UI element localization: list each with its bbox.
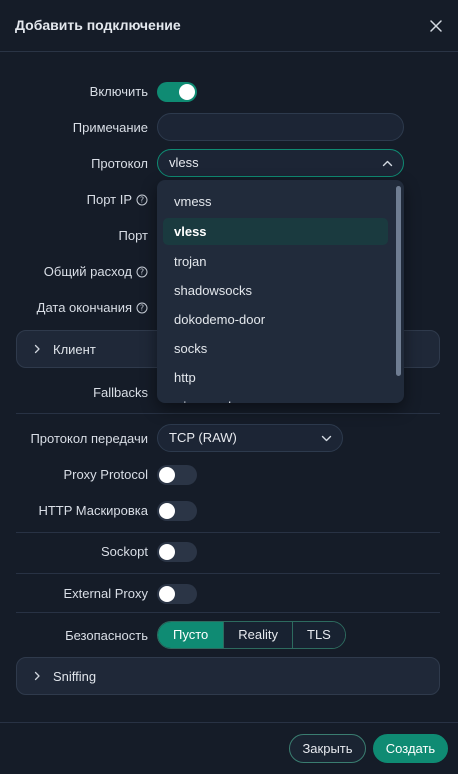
security-label: Безопасность: [65, 628, 148, 643]
chevron-right-icon: [34, 344, 40, 354]
dialog-footer: Закрыть Создать: [0, 722, 458, 774]
sockopt-toggle[interactable]: [157, 542, 197, 562]
expiry-label: Дата окончания ?: [37, 300, 148, 315]
protocol-option-http[interactable]: http: [163, 364, 388, 391]
protocol-option-dokodemo-door[interactable]: dokodemo-door: [163, 306, 388, 333]
enable-label: Включить: [89, 84, 148, 99]
port-label: Порт: [118, 228, 148, 243]
dialog-header: Добавить подключение: [0, 0, 458, 52]
svg-text:?: ?: [140, 195, 144, 204]
protocol-dropdown: vmess vless trojan shadowsocks dokodemo-…: [157, 180, 404, 403]
external-proxy-toggle[interactable]: [157, 584, 197, 604]
enable-toggle[interactable]: [157, 82, 197, 102]
protocol-option-socks[interactable]: socks: [163, 335, 388, 362]
http-mask-toggle[interactable]: [157, 501, 197, 521]
dropdown-scrollbar[interactable]: [396, 186, 401, 376]
protocol-select-value: vless: [169, 155, 199, 170]
dialog-title: Добавить подключение: [15, 17, 181, 33]
proxy-protocol-label: Proxy Protocol: [63, 467, 148, 482]
protocol-option-shadowsocks[interactable]: shadowsocks: [163, 277, 388, 304]
svg-text:?: ?: [140, 303, 144, 312]
divider: [16, 532, 440, 533]
create-button[interactable]: Создать: [373, 734, 448, 763]
remark-input[interactable]: [157, 113, 404, 141]
security-option-reality[interactable]: Reality: [223, 622, 292, 648]
close-button[interactable]: Закрыть: [289, 734, 366, 763]
protocol-label: Протокол: [91, 156, 148, 171]
http-mask-label: HTTP Маскировка: [38, 503, 148, 518]
total-traffic-label: Общий расход ?: [44, 264, 148, 279]
protocol-option-vless[interactable]: vless: [163, 218, 388, 245]
security-option-none[interactable]: Пусто: [158, 622, 224, 648]
external-proxy-label: External Proxy: [63, 586, 148, 601]
protocol-select[interactable]: vless: [157, 149, 404, 177]
toggle-knob: [179, 84, 195, 100]
protocol-option-vmess[interactable]: vmess: [163, 188, 388, 215]
sockopt-label: Sockopt: [101, 544, 148, 559]
divider: [16, 413, 440, 414]
security-option-tls[interactable]: TLS: [292, 622, 345, 648]
chevron-up-icon: [382, 160, 393, 167]
toggle-knob: [159, 467, 175, 483]
svg-text:?: ?: [140, 267, 144, 276]
question-circle-icon[interactable]: ?: [136, 266, 148, 278]
add-inbound-dialog: Добавить подключение Включить Примечание…: [0, 0, 458, 774]
transport-select-value: TCP (RAW): [169, 430, 237, 445]
security-segmented-control: Пусто Reality TLS: [157, 621, 346, 649]
toggle-knob: [159, 544, 175, 560]
sniffing-collapse-label: Sniffing: [53, 669, 97, 684]
toggle-knob: [159, 503, 175, 519]
proxy-protocol-toggle[interactable]: [157, 465, 197, 485]
port-ip-label: Порт IP ?: [87, 192, 148, 207]
protocol-option-trojan[interactable]: trojan: [163, 248, 388, 275]
chevron-right-icon: [34, 671, 40, 681]
protocol-option-wireguard[interactable]: wireguard: [163, 393, 388, 403]
close-icon[interactable]: [426, 16, 446, 36]
divider: [16, 612, 440, 613]
toggle-knob: [159, 586, 175, 602]
divider: [16, 573, 440, 574]
client-collapse-label: Клиент: [53, 342, 96, 357]
question-circle-icon[interactable]: ?: [136, 302, 148, 314]
transport-select[interactable]: TCP (RAW): [157, 424, 343, 452]
question-circle-icon[interactable]: ?: [136, 194, 148, 206]
transport-label: Протокол передачи: [30, 431, 148, 446]
remark-label: Примечание: [72, 120, 148, 135]
sniffing-collapse[interactable]: Sniffing: [16, 657, 440, 695]
fallbacks-label: Fallbacks: [93, 385, 148, 400]
chevron-down-icon: [321, 435, 332, 442]
